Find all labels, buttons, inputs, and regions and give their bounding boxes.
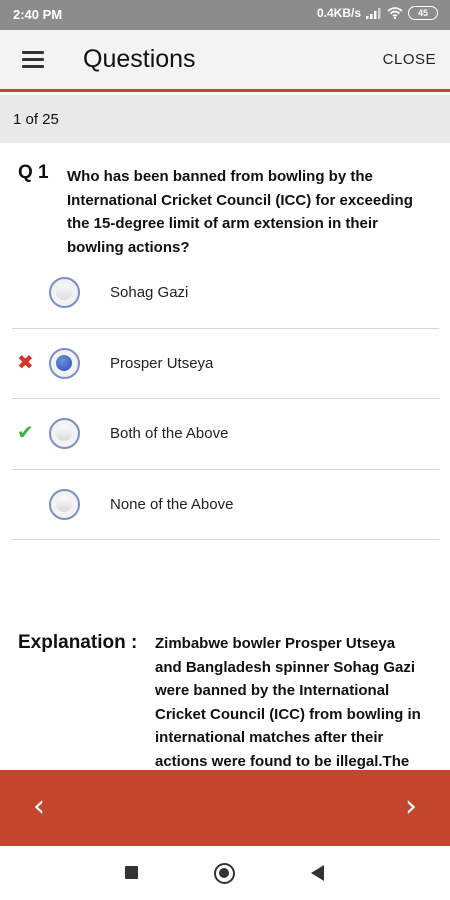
option-prosper-utseya[interactable]: ✖ Prosper Utseya bbox=[12, 329, 439, 399]
wrong-answer-icon: ✖ bbox=[17, 351, 34, 374]
battery-icon: 45 bbox=[408, 6, 438, 20]
answer-options: Sohag Gazi ✖ Prosper Utseya ✔ Both of th… bbox=[12, 258, 439, 540]
question-number: Q 1 bbox=[18, 162, 49, 183]
option-both-of-the-above[interactable]: ✔ Both of the Above bbox=[12, 399, 439, 470]
option-status-mark bbox=[17, 494, 37, 514]
option-sohag-gazi[interactable]: Sohag Gazi bbox=[12, 258, 439, 329]
question-text: Who has been banned from bowling by the … bbox=[67, 168, 413, 256]
question-navigation-bar: ‹ › bbox=[0, 770, 450, 846]
signal-icon bbox=[366, 7, 381, 19]
network-speed: 0.4KB/s bbox=[316, 6, 361, 20]
option-label: Sohag Gazi bbox=[110, 284, 189, 301]
explanation-text: Zimbabwe bowler Prosper Utseya and Bangl… bbox=[155, 635, 421, 770]
question-counter: 1 of 25 bbox=[13, 111, 59, 128]
radio-button[interactable] bbox=[49, 277, 80, 308]
option-label: Prosper Utseya bbox=[110, 354, 214, 372]
question-counter-bar: 1 of 25 bbox=[0, 95, 450, 143]
status-icons: 0.4KB/s 45 bbox=[317, 6, 438, 20]
next-question-button[interactable]: › bbox=[396, 792, 426, 822]
wifi-icon bbox=[387, 7, 403, 19]
radio-button[interactable] bbox=[49, 488, 80, 520]
app-bar: Questions CLOSE bbox=[0, 30, 450, 92]
option-label: None of the Above bbox=[110, 495, 234, 513]
status-time: 2:40 PM bbox=[13, 7, 63, 22]
option-none-of-the-above[interactable]: None of the Above bbox=[12, 470, 439, 540]
back-icon[interactable] bbox=[311, 865, 324, 881]
recent-apps-icon[interactable] bbox=[125, 866, 138, 879]
system-navigation-bar bbox=[0, 846, 450, 900]
home-icon[interactable] bbox=[214, 863, 235, 884]
close-button[interactable]: CLOSE bbox=[383, 51, 436, 68]
explanation-label: Explanation : bbox=[18, 632, 138, 653]
previous-question-button[interactable]: ‹ bbox=[24, 792, 54, 822]
option-label: Both of the Above bbox=[110, 425, 229, 442]
option-status-mark bbox=[17, 282, 37, 302]
page-title: Questions bbox=[83, 45, 196, 73]
radio-button-selected[interactable] bbox=[49, 347, 80, 379]
correct-answer-icon: ✔ bbox=[17, 422, 34, 444]
radio-button[interactable] bbox=[49, 418, 80, 449]
hamburger-menu-icon[interactable] bbox=[22, 51, 44, 68]
status-bar: 2:40 PM 0.4KB/s 45 bbox=[0, 0, 450, 30]
